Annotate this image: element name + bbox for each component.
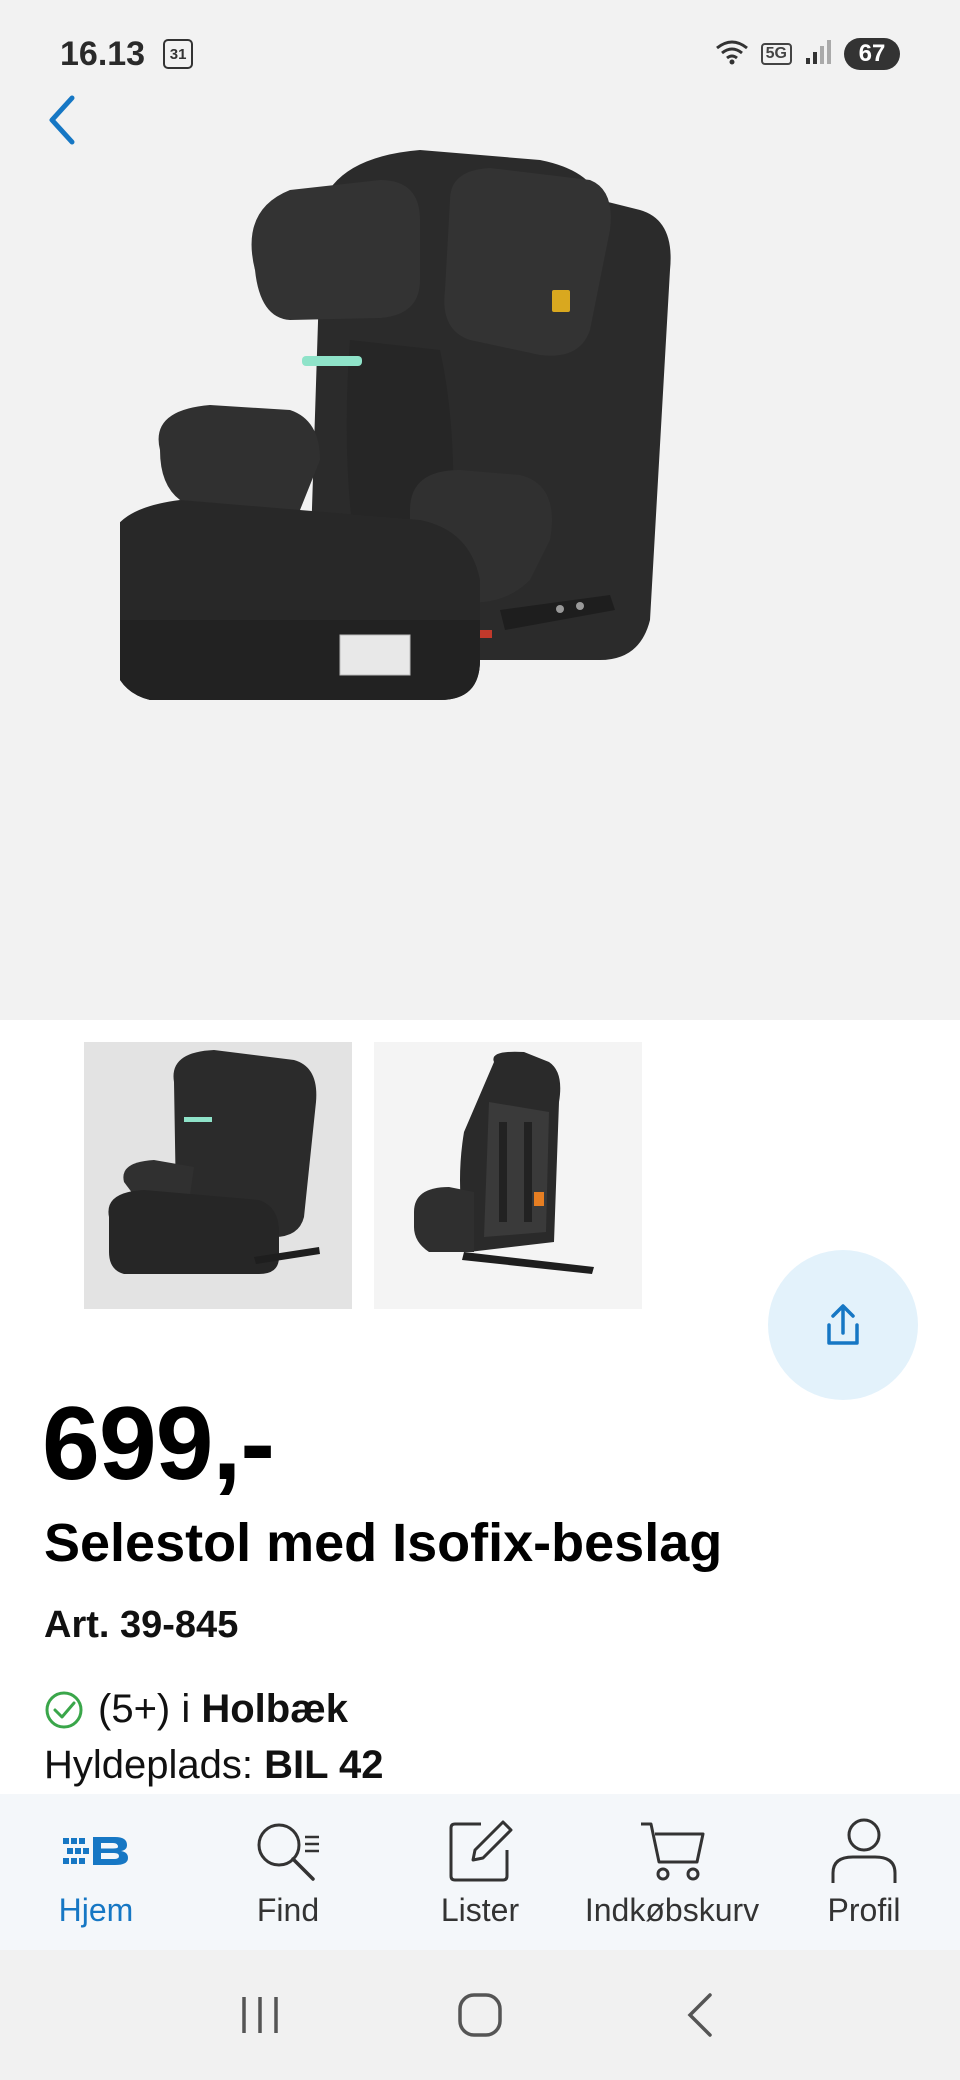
nav-label-find: Find <box>256 1891 320 1928</box>
share-button[interactable] <box>768 1250 918 1400</box>
product-screen: 16.13 31 5G 67 699,- Selestol med Isofix… <box>0 0 960 2080</box>
battery-icon: 67 <box>844 38 900 70</box>
check-circle-icon <box>45 1691 83 1728</box>
nav-label-lists: Lister <box>440 1891 520 1928</box>
shelf-value: BIL 42 <box>264 1743 384 1787</box>
hero-image-area <box>0 0 960 1020</box>
calendar-icon: 31 <box>163 39 194 69</box>
stock-text: (5+) i Holbæk <box>98 1687 348 1732</box>
thumbnail-1[interactable] <box>84 1042 352 1309</box>
nav-item-find[interactable]: Find <box>192 1794 384 1950</box>
share-icon <box>827 1304 859 1345</box>
nav-label-cart: Indkøbskurv <box>584 1891 760 1928</box>
shelf-label: Hyldeplads: <box>44 1743 265 1787</box>
chevron-left-icon <box>49 95 75 145</box>
system-back-button[interactable] <box>655 1980 745 2050</box>
nav-label-home: Hjem <box>58 1891 134 1928</box>
cart-icon <box>637 1816 707 1886</box>
shelf-location: Hyldeplads: BIL 42 <box>44 1743 383 1788</box>
thumbnail-2[interactable] <box>374 1042 642 1309</box>
nav-item-profile[interactable]: Profil <box>768 1794 960 1950</box>
search-icon <box>253 1816 323 1886</box>
article-number: Art. 39-845 <box>44 1604 239 1646</box>
nav-label-profile: Profil <box>827 1891 901 1928</box>
edit-icon <box>445 1816 515 1886</box>
car-seat-thumbnail-front <box>108 1050 320 1274</box>
wifi-icon <box>715 38 749 71</box>
home-circle-icon <box>458 1993 502 2037</box>
store-name: Holbæk <box>201 1687 349 1731</box>
car-seat-image[interactable] <box>120 140 840 940</box>
back-arrow-icon <box>687 1993 712 2037</box>
nav-item-home[interactable]: Hjem <box>0 1794 192 1950</box>
signal-icon <box>804 38 832 71</box>
stock-status[interactable]: (5+) i Holbæk <box>44 1687 348 1732</box>
network-type-label: 5G <box>760 43 792 65</box>
nav-item-lists[interactable]: Lister <box>384 1794 576 1950</box>
product-price: 699,- <box>42 1386 275 1502</box>
system-navigation-bar <box>0 1950 960 2080</box>
car-seat-thumbnail-back <box>414 1051 594 1274</box>
stock-count: (5+) i <box>98 1687 202 1731</box>
thumbnail-gallery <box>84 1042 642 1309</box>
product-title: Selestol med Isofix-beslag <box>44 1513 723 1573</box>
recent-apps-button[interactable] <box>215 1980 305 2050</box>
profile-icon <box>829 1816 899 1886</box>
back-button[interactable] <box>30 82 94 158</box>
nav-item-cart[interactable]: Indkøbskurv <box>576 1794 768 1950</box>
status-time: 16.13 <box>60 34 146 73</box>
bottom-navigation: Hjem Find Lister Indkøbskurv Profil <box>0 1794 960 1950</box>
home-button[interactable] <box>435 1980 525 2050</box>
status-bar: 16.13 31 5G 67 <box>0 0 960 108</box>
home-logo-icon <box>61 1816 131 1886</box>
recent-apps-icon <box>242 1997 278 2033</box>
